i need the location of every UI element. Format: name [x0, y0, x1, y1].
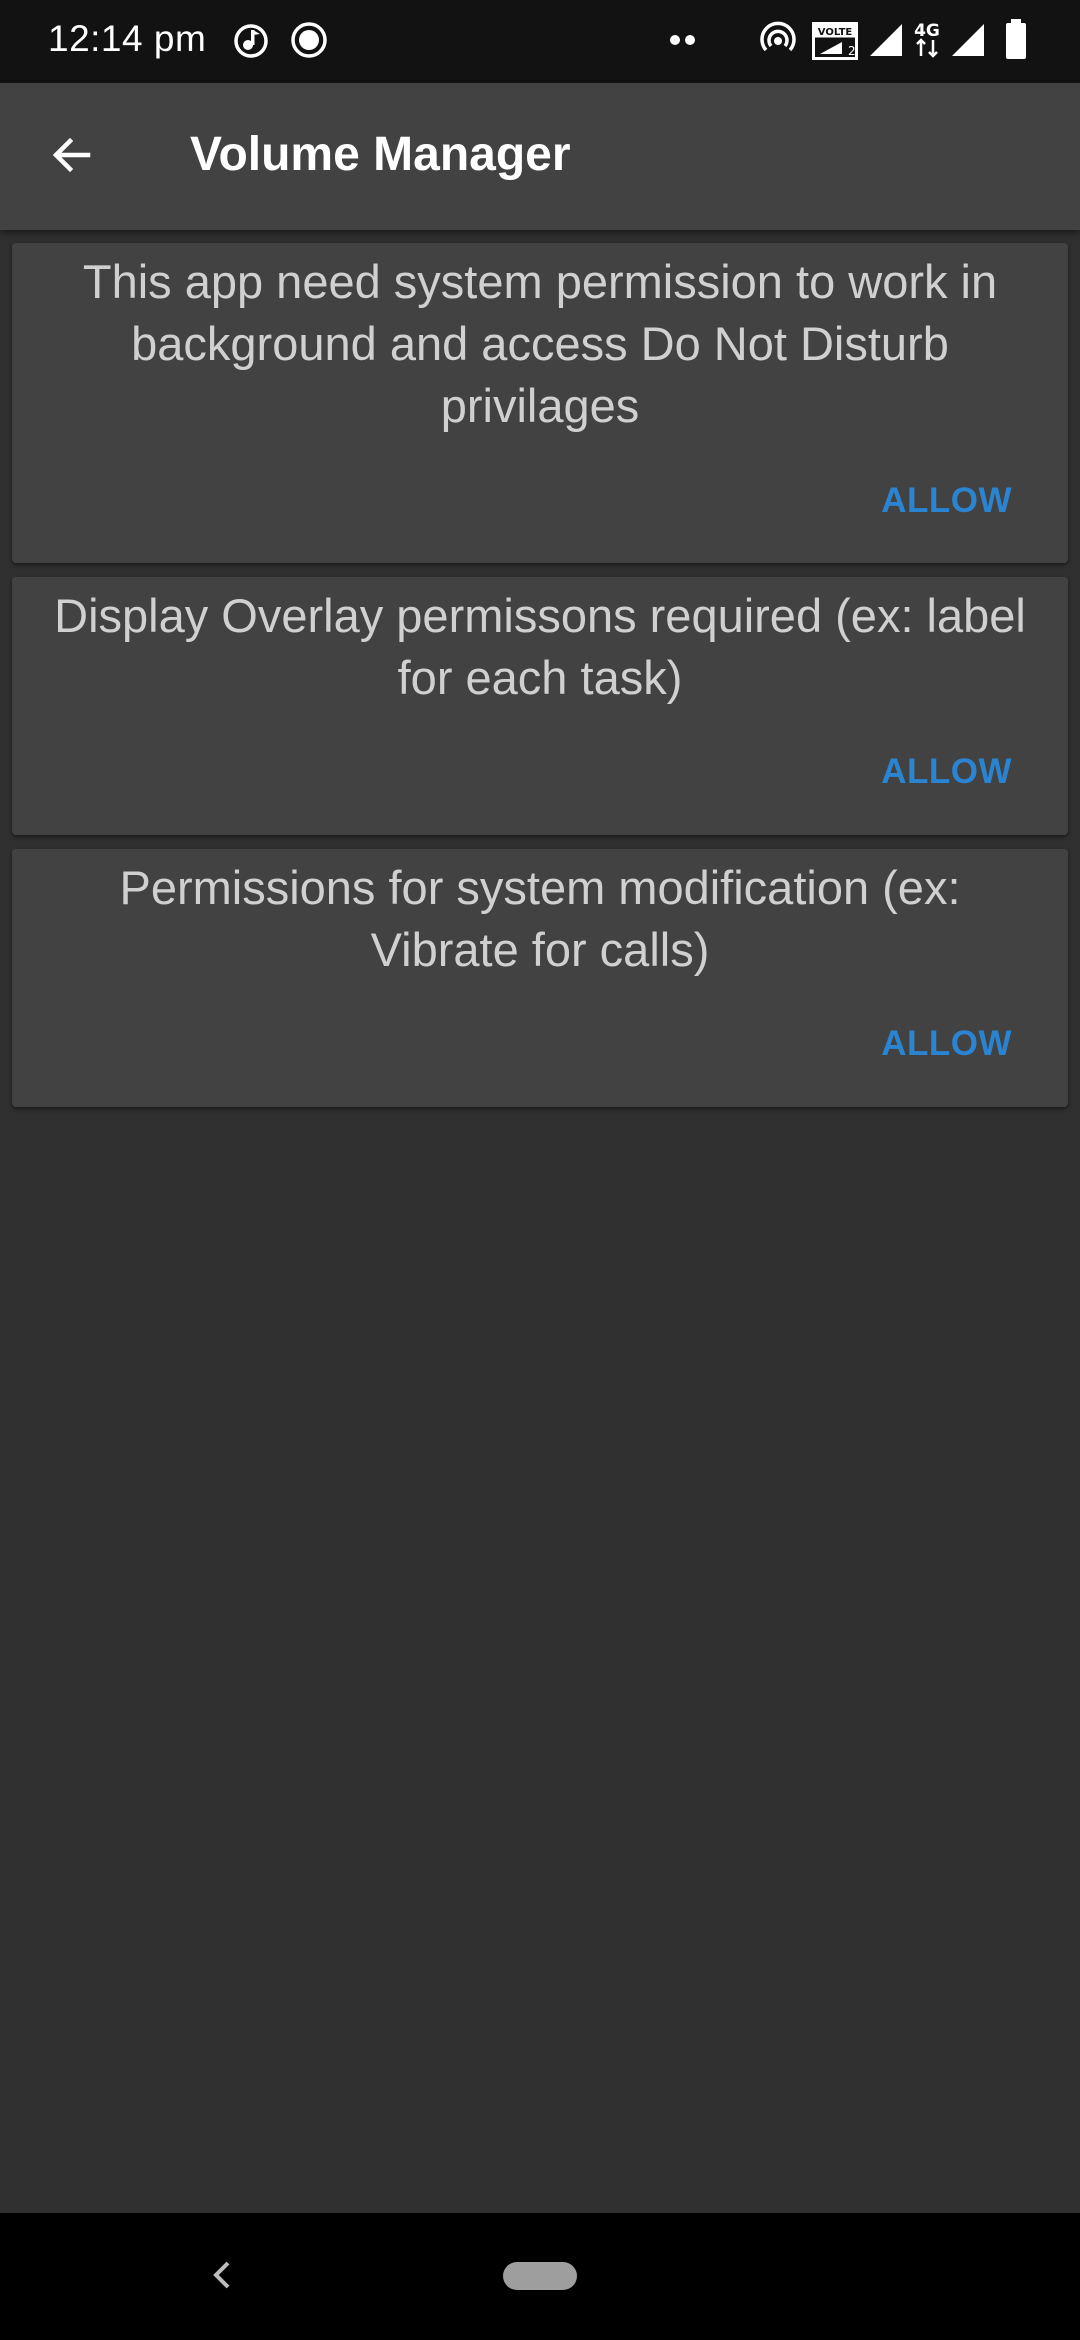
allow-background-button[interactable]: ALLOW: [875, 471, 1018, 531]
home-pill-icon[interactable]: [503, 2262, 577, 2290]
permission-description: Permissions for system modification (ex:…: [119, 861, 961, 976]
status-time: 12:14 pm: [48, 18, 207, 59]
permission-description: This app need system permission to work …: [82, 255, 998, 432]
permission-card-system-modification: Permissions for system modification (ex:…: [12, 849, 1068, 1107]
hotspot-icon: [758, 20, 798, 65]
permission-card-overlay: Display Overlay permissons required (ex:…: [12, 577, 1068, 835]
status-bar: 12:14 pm VOLTE 2 4G: [0, 0, 1080, 83]
arrow-left-icon: [48, 131, 96, 184]
svg-text:2: 2: [848, 44, 856, 58]
navigation-bar: [0, 2213, 1080, 2340]
volte-icon: VOLTE 2: [812, 22, 858, 65]
permission-description: Display Overlay permissons required (ex:…: [54, 589, 1026, 704]
app-bar: Volume Manager: [0, 83, 1080, 230]
battery-icon: [1004, 18, 1028, 65]
chevron-left-icon[interactable]: [200, 2253, 244, 2297]
permission-card-background: This app need system permission to work …: [12, 243, 1068, 563]
allow-system-modification-button[interactable]: ALLOW: [875, 1014, 1018, 1074]
back-button[interactable]: [36, 121, 108, 193]
4g-icon: 4G: [912, 20, 942, 65]
more-dots-icon: [668, 32, 698, 53]
music-sync-icon: [232, 20, 270, 65]
page-title: Volume Manager: [190, 128, 571, 181]
allow-overlay-button[interactable]: ALLOW: [875, 742, 1018, 802]
record-icon: [290, 20, 328, 65]
network-label: 4G: [914, 21, 940, 41]
signal-icon: [950, 22, 986, 63]
signal-icon: [868, 22, 904, 63]
volte-label: VOLTE: [818, 27, 853, 38]
